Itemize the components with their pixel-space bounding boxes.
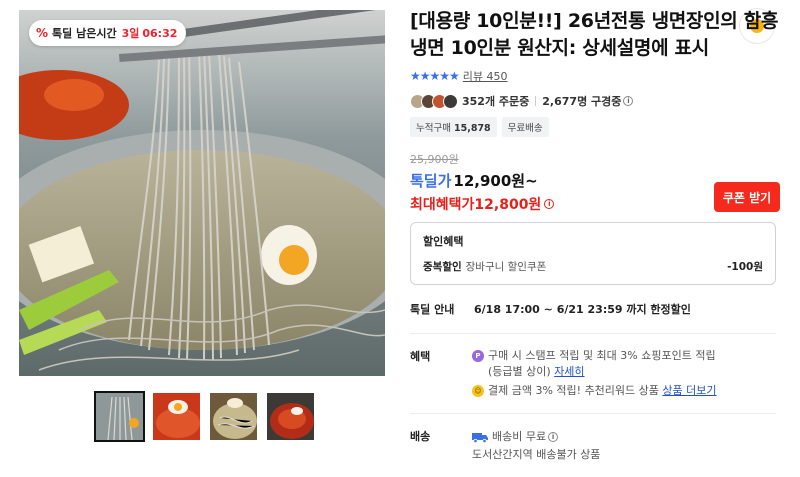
deal-timer-badge: % 톡딜 남은시간 3일 06:32: [29, 20, 187, 46]
cumulative-purchase-chip: 누적구매 15,878: [410, 117, 497, 137]
review-link[interactable]: 리뷰 450: [463, 68, 508, 84]
benefit-section: 혜택 P 구매 시 스탬프 적립 및 최대 3% 쇼핑포인트 적립 (등급별 상…: [410, 348, 780, 399]
thumbnail-3[interactable]: [208, 391, 259, 442]
original-price: 25,900원: [410, 153, 459, 166]
thumbnail-1[interactable]: [94, 391, 145, 442]
discount-amount: -100원: [727, 261, 763, 273]
deal-info-label: 톡딜 안내: [410, 303, 455, 316]
coupon-button[interactable]: 쿠폰 받기: [714, 182, 780, 212]
timer-days: 3일: [121, 27, 140, 40]
max-benefit-label: 최대혜택가: [410, 197, 475, 213]
thumbnail-strip: [19, 391, 385, 442]
shipping-fee-line: 배송비 무료 i: [472, 428, 600, 446]
product-gallery: % 톡딜 남은시간 3일 06:32: [19, 10, 385, 442]
shipping-note: 도서산간지역 배송불가 상품: [472, 448, 601, 461]
discount-row: 중복할인 장바구니 할인쿠폰 -100원: [423, 259, 763, 274]
product-info-panel: [대용량 10인분!!] 26년전통 냉면장인의 함흥냉면 10인분 원산지: …: [410, 8, 780, 464]
shipping-label: 배송: [410, 430, 431, 443]
buyers-row: 352개 주문중 2,677명 구경중 i: [410, 93, 780, 109]
orders-count: 352개 주문중: [462, 95, 530, 108]
point-icon: P: [472, 350, 484, 362]
discount-row-label: 중복할인: [423, 261, 462, 273]
main-product-image[interactable]: % 톡딜 남은시간 3일 06:32: [19, 10, 385, 376]
chip-label: 누적구매: [416, 123, 451, 134]
benefit-line2-text: 결제 금액 3% 적립! 추천리워드 상품: [488, 384, 659, 397]
deal-info-row: 톡딜 안내 6/18 17:00 ~ 6/21 23:59 까지 한정할인: [410, 301, 776, 334]
benefit-line-reward: ☺ 결제 금액 3% 적립! 추천리워드 상품 상품 더보기: [472, 383, 717, 399]
max-benefit-row: 최대혜택가 12,800원 i 쿠폰 받기: [410, 182, 780, 214]
info-icon[interactable]: i: [548, 432, 559, 442]
max-benefit-value: 12,800원: [474, 197, 542, 213]
deal-price-value: 12,900원~: [453, 172, 538, 190]
benefit-line-stamp: P 구매 시 스탬프 적립 및 최대 3% 쇼핑포인트 적립 (등급별 상이) …: [472, 348, 717, 380]
product-title: [대용량 10인분!!] 26년전통 냉면장인의 함흥냉면 10인분 원산지: …: [410, 10, 779, 59]
chip-value: 15,878: [454, 123, 491, 134]
benefit-line1-text: 구매 시 스탬프 적립 및 최대 3% 쇼핑포인트 적립: [488, 349, 716, 362]
timer-time: 06:32: [142, 26, 178, 40]
discount-row-desc: 장바구니 할인쿠폰: [465, 261, 547, 273]
details-link[interactable]: 자세히: [554, 365, 584, 378]
benefit-line1b-text: (등급별 상이): [488, 365, 551, 378]
more-products-link[interactable]: 상품 더보기: [662, 384, 716, 397]
info-icon[interactable]: i: [623, 96, 634, 106]
discount-title: 할인혜택: [423, 235, 464, 248]
rating-row: ★★★★★ 리뷰 450: [410, 68, 780, 84]
percent-icon: %: [36, 26, 49, 40]
benefit-lines: P 구매 시 스탬프 적립 및 최대 3% 쇼핑포인트 적립 (등급별 상이) …: [472, 348, 717, 399]
product-chips: 누적구매 15,878 무료배송: [410, 117, 780, 137]
viewers-count: 2,677명 구경중: [542, 95, 622, 108]
deal-price-label: 톡딜가: [410, 172, 452, 190]
shipping-lines: 배송비 무료 i 도서산간지역 배송불가 상품: [472, 428, 600, 464]
free-shipping-chip: 무료배송: [501, 117, 549, 137]
deal-period: 6/18 17:00 ~ 6/21 23:59 까지 한정할인: [474, 303, 691, 316]
max-benefit-price: 최대혜택가 12,800원 i: [410, 194, 555, 214]
shipping-fee: 배송비 무료: [492, 430, 547, 443]
star-rating-icon: ★★★★★: [410, 69, 460, 83]
info-icon[interactable]: i: [544, 199, 555, 209]
shipping-section: 배송 배송비 무료 i 도서산간지역 배송불가 상품: [410, 413, 776, 464]
thumbnail-2[interactable]: [151, 391, 202, 442]
avatar: [443, 93, 458, 109]
truck-icon: [472, 432, 488, 443]
buyer-avatars: [410, 93, 458, 109]
smile-coin-icon: ☺: [472, 385, 484, 397]
noodle-photo: [19, 10, 385, 376]
divider: [535, 96, 537, 106]
benefit-label: 혜택: [410, 350, 431, 363]
timer-label: 톡딜 남은시간: [52, 27, 117, 40]
thumbnail-4[interactable]: [265, 391, 316, 442]
discount-box: 할인혜택 중복할인 장바구니 할인쿠폰 -100원: [410, 222, 776, 285]
